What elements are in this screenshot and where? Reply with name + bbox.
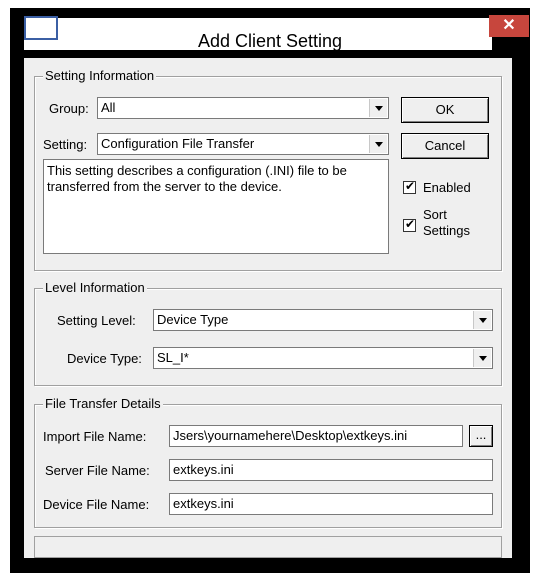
- device-file-name-field[interactable]: extkeys.ini: [169, 493, 493, 515]
- file-transfer-details-legend: File Transfer Details: [43, 396, 163, 412]
- setting-dropdown[interactable]: Configuration File Transfer: [97, 133, 389, 155]
- sort-label-line2: Settings: [423, 223, 470, 238]
- server-file-name-value: extkeys.ini: [173, 462, 234, 477]
- sort-settings-checkbox[interactable]: [403, 217, 416, 232]
- group-dropdown[interactable]: All: [97, 97, 389, 119]
- server-file-name-field[interactable]: extkeys.ini: [169, 459, 493, 481]
- setting-information-group: Setting Information Group: All Setting: …: [34, 68, 502, 271]
- dialog-window: Add Client Setting ✕ Setting Information…: [10, 8, 530, 573]
- window-title: Add Client Setting: [197, 31, 343, 51]
- setting-information-legend: Setting Information: [43, 68, 157, 84]
- device-type-dropdown[interactable]: SL_I*: [153, 347, 493, 369]
- group-value: All: [101, 100, 116, 115]
- setting-level-label: Setting Level:: [57, 313, 136, 328]
- chevron-down-icon[interactable]: [473, 311, 491, 329]
- device-file-name-label: Device File Name:: [43, 497, 150, 512]
- import-file-name-value: Jsers\yournamehere\Desktop\extkeys.ini: [173, 428, 408, 443]
- enabled-checkbox[interactable]: [403, 179, 416, 194]
- ok-button[interactable]: OK: [401, 97, 489, 123]
- device-file-name-value: extkeys.ini: [173, 496, 234, 511]
- chevron-down-icon[interactable]: [369, 99, 387, 117]
- device-type-label: Device Type:: [67, 351, 142, 366]
- close-icon: ✕: [502, 17, 516, 34]
- chevron-down-icon[interactable]: [473, 349, 491, 367]
- import-file-name-field[interactable]: Jsers\yournamehere\Desktop\extkeys.ini: [169, 425, 463, 447]
- import-file-name-label: Import File Name:: [43, 429, 147, 444]
- group-label: Group:: [49, 101, 89, 116]
- setting-label: Setting:: [43, 137, 88, 152]
- browse-button[interactable]: ...: [469, 425, 493, 447]
- dialog-client-area: Setting Information Group: All Setting: …: [24, 58, 512, 558]
- chevron-down-icon[interactable]: [369, 135, 387, 153]
- setting-description: This setting describes a configuration (…: [43, 159, 389, 254]
- status-bar: [34, 536, 502, 558]
- sort-label-line1: Sort: [423, 207, 447, 222]
- device-type-value: SL_I*: [157, 350, 189, 365]
- level-information-group: Level Information Setting Level: Device …: [34, 280, 502, 386]
- setting-level-value: Device Type: [157, 312, 229, 327]
- setting-level-dropdown[interactable]: Device Type: [153, 309, 493, 331]
- close-button[interactable]: ✕: [489, 15, 529, 37]
- file-transfer-details-group: File Transfer Details Import File Name: …: [34, 396, 502, 528]
- enabled-label: Enabled: [423, 180, 471, 195]
- level-information-legend: Level Information: [43, 280, 147, 296]
- setting-value: Configuration File Transfer: [101, 136, 255, 151]
- server-file-name-label: Server File Name:: [45, 463, 150, 478]
- cancel-button[interactable]: Cancel: [401, 133, 489, 159]
